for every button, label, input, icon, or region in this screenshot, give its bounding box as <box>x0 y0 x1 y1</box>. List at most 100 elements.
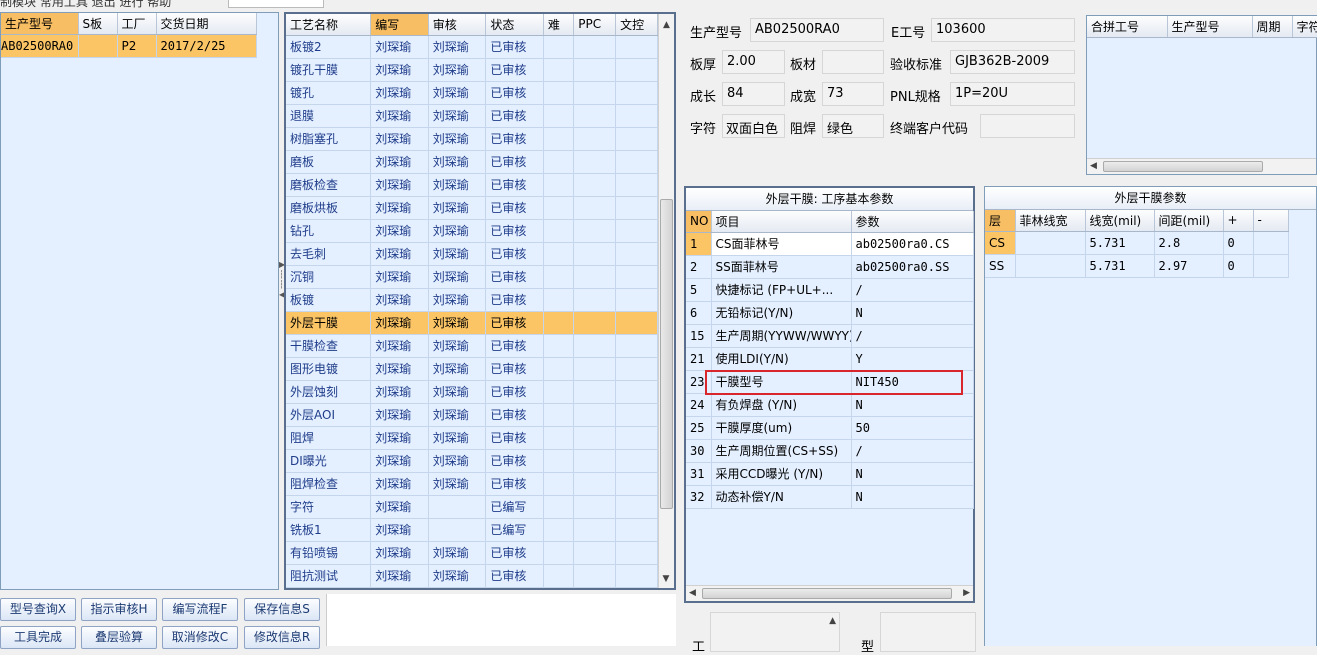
scroll-up-icon[interactable]: ▲ <box>659 20 674 30</box>
table-row[interactable]: 退膜 刘琛瑜 刘琛瑜 已审核 <box>286 104 658 128</box>
col-merge-model[interactable]: 生产型号 <box>1167 16 1253 38</box>
scroll-down-icon[interactable]: ▼ <box>659 574 673 584</box>
width-field[interactable]: 73 <box>822 82 884 106</box>
table-row[interactable]: 外层AOI 刘琛瑜 刘琛瑜 已审核 <box>286 403 658 427</box>
customer-code-field[interactable] <box>980 114 1075 138</box>
model-query-button[interactable]: 型号查询X <box>0 598 76 621</box>
table-row[interactable]: 去毛刺 刘琛瑜 刘琛瑜 已审核 <box>286 242 658 266</box>
table-row[interactable]: AB02500RA0 P2 2017/2/25 <box>1 34 257 58</box>
length-field[interactable]: 84 <box>722 82 785 106</box>
col-ppc[interactable]: PPC <box>573 14 617 36</box>
merge-hscrollbar[interactable]: ◀ <box>1087 158 1316 174</box>
col-item[interactable]: 项目 <box>711 211 852 233</box>
table-row[interactable]: 5 快捷标记 (FP+UL+... / <box>686 278 974 302</box>
table-row[interactable]: 镀孔 刘琛瑜 刘琛瑜 已审核 <box>286 81 658 105</box>
cell-reviewer: 刘琛瑜 <box>428 541 487 565</box>
table-row[interactable]: 32 动态补偿Y/N N <box>686 485 974 509</box>
solder-mask-field[interactable]: 绿色 <box>822 114 884 138</box>
cell-param: N <box>851 301 974 325</box>
cell-doc-control <box>615 196 658 220</box>
cell-writer: 刘琛瑜 <box>370 265 429 289</box>
table-row[interactable]: 磨板烘板 刘琛瑜 刘琛瑜 已审核 <box>286 196 658 220</box>
table-row[interactable]: 2 SS面菲林号 ab02500ra0.SS <box>686 255 974 279</box>
thickness-field[interactable]: 2.00 <box>722 50 785 74</box>
table-row[interactable]: 板镀 刘琛瑜 刘琛瑜 已审核 <box>286 288 658 312</box>
col-doc-control[interactable]: 文控 <box>615 14 658 36</box>
table-row[interactable]: 板镀2 刘琛瑜 刘琛瑜 已审核 <box>286 35 658 59</box>
col-minus[interactable]: - <box>1253 210 1289 232</box>
hscroll-thumb[interactable] <box>702 588 952 599</box>
bottom-text-area[interactable]: ▲ <box>710 612 840 652</box>
table-row[interactable]: 钻孔 刘琛瑜 刘琛瑜 已审核 <box>286 219 658 243</box>
table-row[interactable]: 阻抗测试 刘琛瑜 刘琛瑜 已审核 <box>286 564 658 588</box>
table-row[interactable]: 15 生产周期(YYWW/WWYY) / <box>686 324 974 348</box>
table-row[interactable]: 镀孔干膜 刘琛瑜 刘琛瑜 已审核 <box>286 58 658 82</box>
table-row[interactable]: DI曝光 刘琛瑜 刘琛瑜 已审核 <box>286 449 658 473</box>
params-title: 外层干膜: 工序基本参数 <box>686 188 973 211</box>
eno-field[interactable]: 103600 <box>931 18 1075 42</box>
table-row[interactable]: 铣板1 刘琛瑜 已编写 <box>286 518 658 542</box>
process-scrollbar[interactable]: ▲ ▼ <box>658 14 674 588</box>
scroll-up-icon[interactable]: ▲ <box>829 616 836 626</box>
table-row[interactable]: 外层干膜 刘琛瑜 刘琛瑜 已审核 <box>286 311 658 335</box>
table-row[interactable]: 字符 刘琛瑜 已编写 <box>286 495 658 519</box>
solder-mask-label: 阻焊 <box>790 122 817 137</box>
table-row[interactable]: 阻焊 刘琛瑜 刘琛瑜 已审核 <box>286 426 658 450</box>
col-merge-cycle[interactable]: 周期 <box>1252 16 1293 38</box>
table-row[interactable]: 21 使用LDI(Y/N) Y <box>686 347 974 371</box>
scroll-right-icon[interactable]: ▶ <box>963 588 970 598</box>
table-row[interactable]: 树脂塞孔 刘琛瑜 刘琛瑜 已审核 <box>286 127 658 151</box>
col-film-width[interactable]: 菲林线宽 <box>1015 210 1086 232</box>
col-no[interactable]: NO <box>686 211 712 233</box>
table-row[interactable]: 磨板 刘琛瑜 刘琛瑜 已审核 <box>286 150 658 174</box>
table-row[interactable]: 沉铜 刘琛瑜 刘琛瑜 已审核 <box>286 265 658 289</box>
pnl-field[interactable]: 1P=20U <box>950 82 1075 106</box>
col-line-width[interactable]: 线宽(mil) <box>1085 210 1155 232</box>
table-row[interactable]: 1 CS面菲林号 ab02500ra0.CS <box>686 232 974 256</box>
table-row[interactable]: SS 5.731 2.97 0 <box>985 254 1289 278</box>
write-flow-button[interactable]: 编写流程F <box>162 598 238 621</box>
scroll-left-icon[interactable]: ◀ <box>1090 161 1097 171</box>
col-s-board[interactable]: S板 <box>78 13 118 35</box>
character-field[interactable]: 双面白色 <box>722 114 785 138</box>
col-writer[interactable]: 编写 <box>370 14 429 36</box>
col-difficulty[interactable]: 难 <box>543 14 575 36</box>
col-plus[interactable]: + <box>1223 210 1254 232</box>
table-row[interactable]: 30 生产周期位置(CS+SS) / <box>686 439 974 463</box>
hscroll-thumb[interactable] <box>1103 161 1263 172</box>
params-hscrollbar[interactable]: ◀ ▶ <box>686 585 973 601</box>
col-merge-char[interactable]: 字符 <box>1292 16 1317 38</box>
col-layer[interactable]: 层 <box>985 210 1016 232</box>
table-row[interactable]: 31 采用CCD曝光 (Y/N) N <box>686 462 974 486</box>
instruction-review-button[interactable]: 指示审核H <box>81 598 157 621</box>
menu-bar-text[interactable]: 制模块 常用工具 退出 进行 帮助 <box>0 0 171 10</box>
material-field[interactable] <box>822 50 884 74</box>
table-row[interactable]: 24 有负焊盘 (Y/N) N <box>686 393 974 417</box>
table-row[interactable]: 磨板检查 刘琛瑜 刘琛瑜 已审核 <box>286 173 658 197</box>
col-merge-no[interactable]: 合拼工号 <box>1087 16 1168 38</box>
col-factory[interactable]: 工厂 <box>117 13 157 35</box>
scroll-thumb[interactable] <box>660 199 673 509</box>
standard-field[interactable]: GJB362B-2009 <box>950 50 1075 74</box>
table-row[interactable]: CS 5.731 2.8 0 <box>985 231 1289 255</box>
table-row[interactable]: 有铅喷锡 刘琛瑜 刘琛瑜 已审核 <box>286 541 658 565</box>
bottom-field[interactable] <box>880 612 976 652</box>
col-reviewer[interactable]: 审核 <box>428 14 487 36</box>
table-row[interactable]: 图形电镀 刘琛瑜 刘琛瑜 已审核 <box>286 357 658 381</box>
table-row[interactable]: 外层蚀刻 刘琛瑜 刘琛瑜 已审核 <box>286 380 658 404</box>
cell-status: 已编写 <box>485 495 544 519</box>
table-row[interactable]: 25 干膜厚度(um) 50 <box>686 416 974 440</box>
col-process-name[interactable]: 工艺名称 <box>286 14 372 36</box>
col-status[interactable]: 状态 <box>485 14 544 36</box>
toolbar-input[interactable] <box>228 0 324 8</box>
scroll-left-icon[interactable]: ◀ <box>689 588 696 598</box>
col-spacing[interactable]: 间距(mil) <box>1154 210 1224 232</box>
col-param[interactable]: 参数 <box>851 211 974 233</box>
col-delivery-date[interactable]: 交货日期 <box>156 13 257 35</box>
table-row[interactable]: 干膜检查 刘琛瑜 刘琛瑜 已审核 <box>286 334 658 358</box>
table-row[interactable]: 6 无铅标记(Y/N) N <box>686 301 974 325</box>
table-row[interactable]: 阻焊检查 刘琛瑜 刘琛瑜 已审核 <box>286 472 658 496</box>
save-info-button[interactable]: 保存信息S <box>244 598 320 621</box>
model-field[interactable]: AB02500RA0 <box>750 18 884 42</box>
col-model[interactable]: 生产型号 <box>1 13 79 35</box>
